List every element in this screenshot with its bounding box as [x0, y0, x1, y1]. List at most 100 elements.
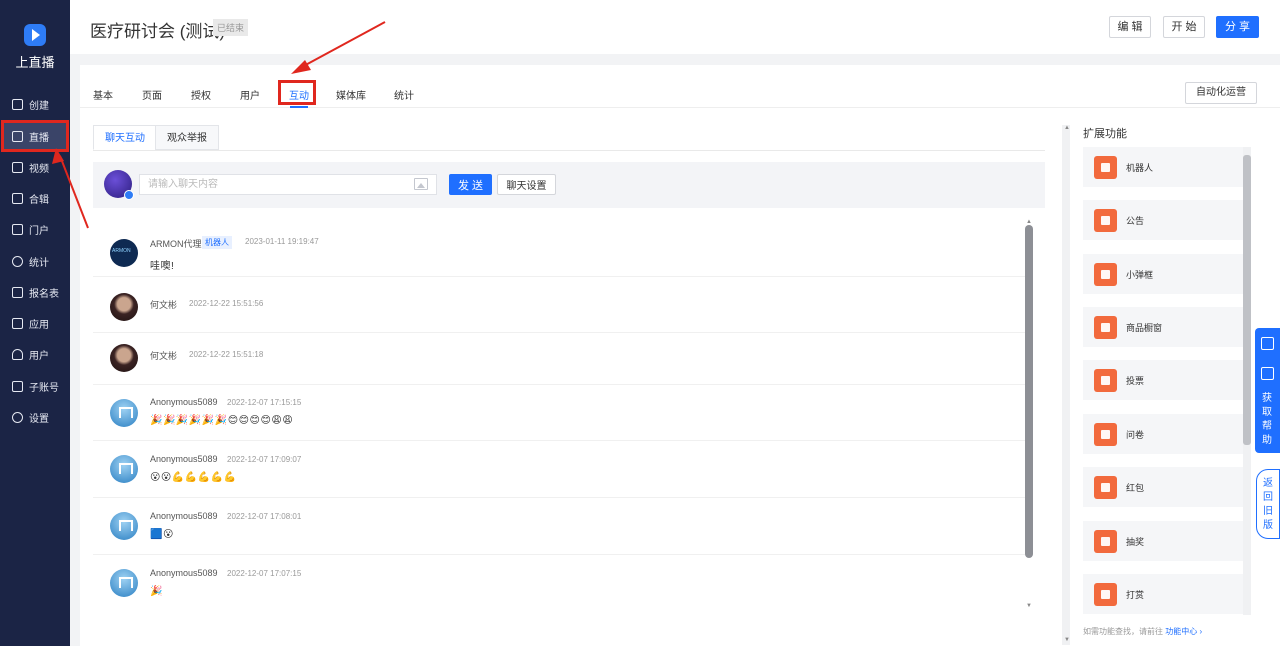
main-panel: 基本 页面 授权 用户 互动 媒体库 统计 自动化运营 聊天互动 观众举报 发 …	[80, 65, 1280, 646]
extension-robot[interactable]: 机器人	[1083, 147, 1243, 187]
tab-page[interactable]: 页面	[142, 87, 162, 102]
message-author: Anonymous5089	[150, 454, 218, 464]
subtab-chat[interactable]: 聊天互动	[93, 125, 157, 150]
robot-icon	[1094, 156, 1117, 179]
camera-badge-icon	[124, 190, 134, 200]
form-icon	[12, 286, 23, 298]
message-time: 2023-01-11 19:19:47	[245, 237, 319, 246]
logo-text: 上直播	[15, 55, 55, 70]
vote-icon	[1094, 369, 1117, 392]
extension-reward[interactable]: 打赏	[1083, 574, 1243, 614]
feature-center-link[interactable]: 功能中心 ›	[1165, 627, 1202, 636]
status-badge: 已结束	[213, 19, 249, 36]
sub-account-icon	[12, 380, 23, 392]
extension-label: 红包	[1126, 483, 1145, 493]
questionnaire-icon	[1094, 423, 1117, 446]
extension-lottery[interactable]: 抽奖	[1083, 521, 1243, 561]
sidebar-item-label: 用户	[29, 350, 49, 362]
list-item: Anonymous5089 2022-12-07 17:09:07 😮😮💪💪💪💪…	[93, 441, 1033, 498]
scroll-down-icon[interactable]: ▼	[1064, 637, 1070, 643]
message-author: 何文彬	[150, 351, 178, 361]
page-title: 医疗研讨会 (测试)	[90, 22, 226, 41]
list-item: Anonymous5089 2022-12-07 17:15:15 🎉🎉🎉🎉🎉🎉…	[93, 385, 1033, 441]
message-scrollbar[interactable]: ▲ ▼	[1025, 219, 1033, 610]
sidebar-item-label: 门户	[29, 225, 49, 237]
sidebar-item-sub-accounts[interactable]: 子账号	[4, 373, 66, 399]
extension-product-showcase[interactable]: 商品橱窗	[1083, 307, 1243, 347]
scroll-up-icon[interactable]: ▲	[1064, 125, 1070, 131]
message-time: 2022-12-22 15:51:56	[189, 299, 264, 308]
sidebar-item-collection[interactable]: 合辑	[4, 185, 66, 211]
sidebar-item-apps[interactable]: 应用	[4, 310, 66, 336]
cart-icon	[1094, 316, 1117, 339]
sidebar-item-signup-form[interactable]: 报名表	[4, 279, 66, 305]
extension-label: 问卷	[1126, 430, 1145, 440]
scroll-down-icon[interactable]: ▼	[1025, 603, 1033, 609]
sidebar-item-label: 子账号	[29, 382, 59, 394]
message-time: 2022-12-07 17:15:15	[227, 398, 302, 407]
scroll-thumb[interactable]	[1243, 155, 1251, 445]
old-version-button[interactable]: 返回旧版	[1256, 469, 1280, 539]
list-item: Anonymous5089 2022-12-07 17:07:15 🎉	[93, 555, 1033, 610]
list-item: 何文彬 2022-12-22 15:51:56	[93, 281, 1033, 333]
tab-basic[interactable]: 基本	[93, 87, 113, 102]
extension-red-packet[interactable]: 红包	[1083, 467, 1243, 507]
red-packet-icon	[1094, 476, 1117, 499]
sidebar-item-settings[interactable]: 设置	[4, 404, 66, 430]
extensions-scrollbar[interactable]	[1243, 147, 1251, 615]
panel-scrollbar[interactable]	[1062, 125, 1070, 645]
message-text: 🎉	[150, 586, 163, 597]
chat-input[interactable]	[139, 174, 437, 195]
message-author: ARMON代理	[150, 239, 202, 249]
sidebar-item-portal[interactable]: 门户	[4, 216, 66, 242]
message-author: Anonymous5089	[150, 511, 218, 521]
annotation-highlight-box	[278, 80, 316, 105]
tab-auth[interactable]: 授权	[191, 87, 211, 102]
old-version-label: 返回旧版	[1263, 478, 1273, 531]
sidebar-item-users[interactable]: 用户	[4, 341, 66, 367]
send-button[interactable]: 发 送	[449, 174, 492, 195]
avatar	[110, 455, 138, 483]
footer-text: 如需功能查找，请前往	[1083, 627, 1163, 636]
subtab-reports[interactable]: 观众举报	[155, 125, 219, 150]
chat-settings-button[interactable]: 聊天设置	[497, 174, 556, 195]
scroll-thumb[interactable]	[1025, 225, 1033, 558]
tab-media-library[interactable]: 媒体库	[336, 87, 366, 102]
extensions-footer: 如需功能查找，请前往 功能中心 ›	[1083, 626, 1202, 637]
sidebar-item-stats[interactable]: 统计	[4, 248, 66, 274]
sidebar-item-video[interactable]: 视频	[4, 154, 66, 180]
active-tab-indicator	[290, 106, 308, 108]
sidebar-item-live[interactable]: 直播	[1, 120, 69, 152]
document-icon[interactable]	[1261, 367, 1274, 380]
extension-popup[interactable]: 小弹框	[1083, 254, 1243, 294]
extension-announcement[interactable]: 公告	[1083, 200, 1243, 240]
message-time: 2022-12-22 15:51:18	[189, 350, 264, 359]
automation-button[interactable]: 自动化运营	[1185, 82, 1257, 104]
help-label[interactable]: 获取帮助	[1262, 392, 1274, 448]
avatar	[110, 344, 138, 372]
avatar	[110, 293, 138, 321]
message-text: 😮😮💪💪💪💪💪	[150, 472, 237, 483]
extension-label: 打赏	[1126, 590, 1145, 600]
start-button[interactable]: 开 始	[1163, 16, 1205, 38]
share-button[interactable]: 分 享	[1216, 16, 1259, 38]
gear-icon	[12, 411, 23, 423]
extension-vote[interactable]: 投票	[1083, 360, 1243, 400]
help-float-panel[interactable]: 获取帮助	[1255, 328, 1280, 453]
edit-button[interactable]: 编 辑	[1109, 16, 1151, 38]
sidebar-item-create[interactable]: 创建	[4, 91, 66, 117]
tab-stats[interactable]: 统计	[394, 87, 414, 102]
tab-users[interactable]: 用户	[240, 87, 260, 102]
film-icon	[12, 161, 23, 173]
message-text: 哇噢!	[150, 261, 175, 272]
download-icon[interactable]	[1261, 337, 1274, 350]
app-logo[interactable]: 上直播	[0, 24, 70, 71]
extension-label: 抽奖	[1126, 537, 1145, 547]
image-upload-icon[interactable]	[414, 178, 428, 190]
message-time: 2022-12-07 17:08:01	[227, 512, 302, 521]
message-list: ARMON ARMON代理 机器人 2023-01-11 19:19:47 哇噢…	[93, 225, 1033, 610]
avatar	[110, 399, 138, 427]
sidebar-item-label: 设置	[29, 413, 49, 425]
extension-questionnaire[interactable]: 问卷	[1083, 414, 1243, 454]
sidebar-item-label: 应用	[29, 319, 49, 331]
